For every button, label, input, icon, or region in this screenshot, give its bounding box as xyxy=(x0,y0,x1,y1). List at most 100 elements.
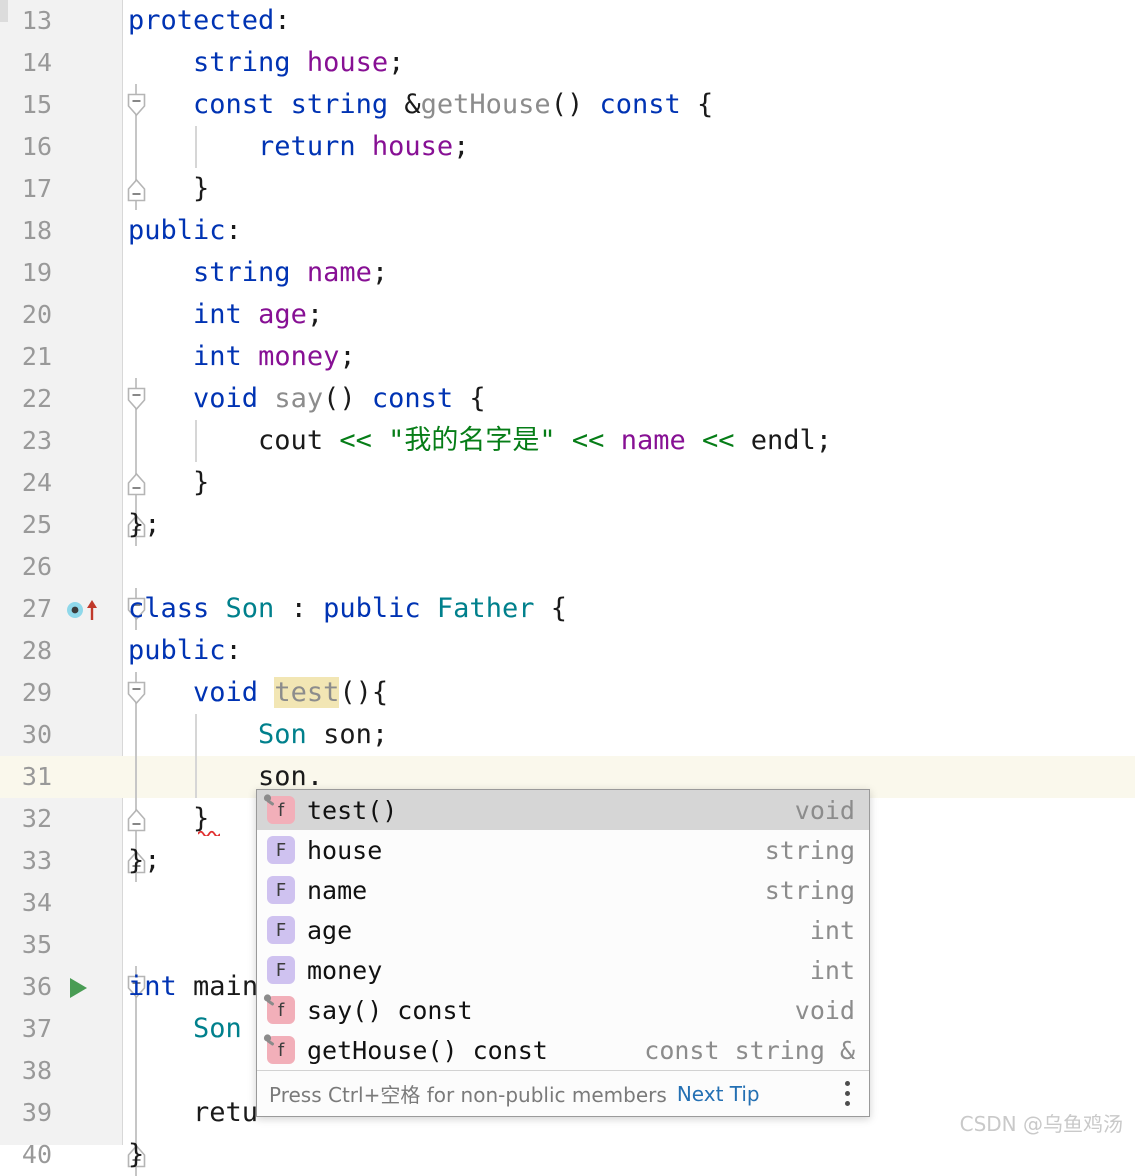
gutter-marker-slot[interactable] xyxy=(52,42,114,84)
fold-column[interactable] xyxy=(122,1050,150,1092)
code-line-25[interactable]: 25}; xyxy=(0,504,1135,546)
gutter-marker-slot[interactable] xyxy=(52,924,114,966)
code-line-14[interactable]: 14 string house; xyxy=(0,42,1135,84)
gutter-cell[interactable]: 16 xyxy=(0,126,122,168)
code-text[interactable]: } xyxy=(128,462,209,504)
gutter-cell[interactable]: 27 xyxy=(0,588,122,630)
code-text[interactable]: string house; xyxy=(128,42,404,84)
gutter-marker-slot[interactable] xyxy=(52,1134,114,1176)
code-text[interactable]: retu xyxy=(128,1092,258,1134)
gutter-cell[interactable]: 40 xyxy=(0,1134,122,1176)
gutter-marker-slot[interactable] xyxy=(52,840,114,882)
completion-item[interactable]: f getHouse() const const string & xyxy=(257,1030,869,1070)
code-line-21[interactable]: 21 int money; xyxy=(0,336,1135,378)
code-text[interactable]: }; xyxy=(128,504,161,546)
gutter-cell[interactable]: 36 xyxy=(0,966,122,1008)
code-line-22[interactable]: 22 void say() const { xyxy=(0,378,1135,420)
gutter-cell[interactable]: 15 xyxy=(0,84,122,126)
code-text[interactable]: protected: xyxy=(128,0,291,42)
run-play-icon[interactable] xyxy=(70,978,87,998)
gutter-marker-slot[interactable] xyxy=(52,504,114,546)
gutter-cell[interactable]: 32 xyxy=(0,798,122,840)
gutter-cell[interactable]: 31 xyxy=(0,756,122,798)
gutter-cell[interactable]: 35 xyxy=(0,924,122,966)
gutter-marker-slot[interactable] xyxy=(52,588,114,630)
gutter-marker-slot[interactable] xyxy=(52,546,114,588)
gutter-marker-slot[interactable] xyxy=(52,798,114,840)
fold-column[interactable] xyxy=(122,924,150,966)
gutter-cell[interactable]: 37 xyxy=(0,1008,122,1050)
gutter-marker-slot[interactable] xyxy=(52,420,114,462)
code-text[interactable]: const string &getHouse() const { xyxy=(128,84,713,126)
gutter-cell[interactable]: 22 xyxy=(0,378,122,420)
gutter-marker-slot[interactable] xyxy=(52,882,114,924)
code-line-18[interactable]: 18 public: xyxy=(0,210,1135,252)
code-text[interactable]: void test(){ xyxy=(128,672,388,714)
code-text[interactable]: Son son; xyxy=(128,714,388,756)
gutter-marker-slot[interactable] xyxy=(52,126,114,168)
gutter-cell[interactable]: 20 xyxy=(0,294,122,336)
code-text[interactable]: } xyxy=(128,168,209,210)
fold-column[interactable] xyxy=(122,882,150,924)
code-line-26[interactable]: 26 xyxy=(0,546,1135,588)
code-text[interactable]: public: xyxy=(128,630,242,672)
gutter-marker-slot[interactable] xyxy=(52,1050,114,1092)
gutter-marker-slot[interactable] xyxy=(52,84,114,126)
code-line-13[interactable]: 13 protected: xyxy=(0,0,1135,42)
gutter-marker-slot[interactable] xyxy=(52,294,114,336)
gutter-marker-slot[interactable] xyxy=(52,714,114,756)
code-line-27[interactable]: 27 class Son : public Father { xyxy=(0,588,1135,630)
gutter-marker-slot[interactable] xyxy=(52,1092,114,1134)
gutter-cell[interactable]: 18 xyxy=(0,210,122,252)
fold-column[interactable] xyxy=(122,546,150,588)
completion-item[interactable]: f say() const void xyxy=(257,990,869,1030)
code-text[interactable]: int age; xyxy=(128,294,323,336)
code-line-16[interactable]: 16 return house; xyxy=(0,126,1135,168)
gutter-cell[interactable]: 25 xyxy=(0,504,122,546)
gutter-marker-slot[interactable] xyxy=(52,630,114,672)
code-text[interactable]: } xyxy=(128,1134,144,1176)
gutter-cell[interactable]: 28 xyxy=(0,630,122,672)
code-line-19[interactable]: 19 string name; xyxy=(0,252,1135,294)
code-text[interactable]: return house; xyxy=(128,126,469,168)
gutter-marker-slot[interactable] xyxy=(52,252,114,294)
gutter-marker-slot[interactable] xyxy=(52,462,114,504)
gutter-cell[interactable]: 17 xyxy=(0,168,122,210)
code-line-20[interactable]: 20 int age; xyxy=(0,294,1135,336)
code-text[interactable]: int money; xyxy=(128,336,356,378)
gutter-marker-slot[interactable] xyxy=(52,0,114,42)
gutter-cell[interactable]: 30 xyxy=(0,714,122,756)
gutter-cell[interactable]: 39 xyxy=(0,1092,122,1134)
gutter-cell[interactable]: 29 xyxy=(0,672,122,714)
code-line-24[interactable]: 24 } xyxy=(0,462,1135,504)
next-tip-link[interactable]: Next Tip xyxy=(677,1082,760,1106)
completion-item[interactable]: Fmoney int xyxy=(257,950,869,990)
code-line-28[interactable]: 28 public: xyxy=(0,630,1135,672)
gutter-marker-slot[interactable] xyxy=(52,672,114,714)
code-line-15[interactable]: 15 const string &getHouse() const { xyxy=(0,84,1135,126)
code-text[interactable]: string name; xyxy=(128,252,388,294)
kebab-menu-icon[interactable] xyxy=(835,1079,859,1109)
gutter-cell[interactable]: 24 xyxy=(0,462,122,504)
gutter-cell[interactable]: 19 xyxy=(0,252,122,294)
gutter-cell[interactable]: 21 xyxy=(0,336,122,378)
code-line-23[interactable]: 23 cout << "我的名字是" << name << endl; xyxy=(0,420,1135,462)
inheritance-marker-icon[interactable] xyxy=(66,598,106,622)
code-line-40[interactable]: 40} xyxy=(0,1134,1135,1176)
completion-item[interactable]: Fname string xyxy=(257,870,869,910)
gutter-marker-slot[interactable] xyxy=(52,336,114,378)
code-text[interactable]: void say() const { xyxy=(128,378,486,420)
code-line-17[interactable]: 17 } xyxy=(0,168,1135,210)
completion-item[interactable]: f test() void xyxy=(257,790,869,830)
code-text[interactable]: }; xyxy=(128,840,161,882)
gutter-marker-slot[interactable] xyxy=(52,378,114,420)
code-line-29[interactable]: 29 void test(){ xyxy=(0,672,1135,714)
gutter-marker-slot[interactable] xyxy=(52,210,114,252)
gutter-cell[interactable]: 33 xyxy=(0,840,122,882)
code-text[interactable]: int main xyxy=(128,966,258,1008)
gutter-cell[interactable]: 34 xyxy=(0,882,122,924)
gutter-cell[interactable]: 13 xyxy=(0,0,122,42)
gutter-cell[interactable]: 14 xyxy=(0,42,122,84)
code-line-30[interactable]: 30 Son son; xyxy=(0,714,1135,756)
gutter-marker-slot[interactable] xyxy=(52,168,114,210)
